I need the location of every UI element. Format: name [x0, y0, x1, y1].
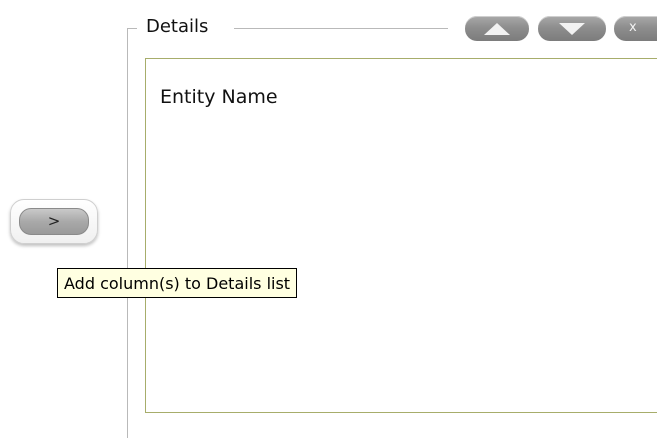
list-item[interactable]: Entity Name	[160, 86, 278, 108]
group-border-left	[127, 28, 128, 438]
tooltip: Add column(s) to Details list	[57, 268, 298, 298]
close-button[interactable]: x	[614, 16, 657, 41]
details-list[interactable]: Entity Name	[145, 58, 657, 413]
move-down-button[interactable]	[538, 16, 606, 41]
triangle-down-icon	[559, 23, 585, 35]
close-icon: x	[629, 20, 637, 35]
group-border-top-left	[127, 28, 137, 29]
add-column-button[interactable]: >	[10, 199, 98, 244]
triangle-up-icon	[484, 23, 510, 35]
add-column-button-label: >	[19, 208, 89, 235]
details-group-title: Details	[146, 16, 209, 37]
group-border-top-right	[234, 28, 448, 29]
move-up-button[interactable]	[465, 16, 529, 41]
